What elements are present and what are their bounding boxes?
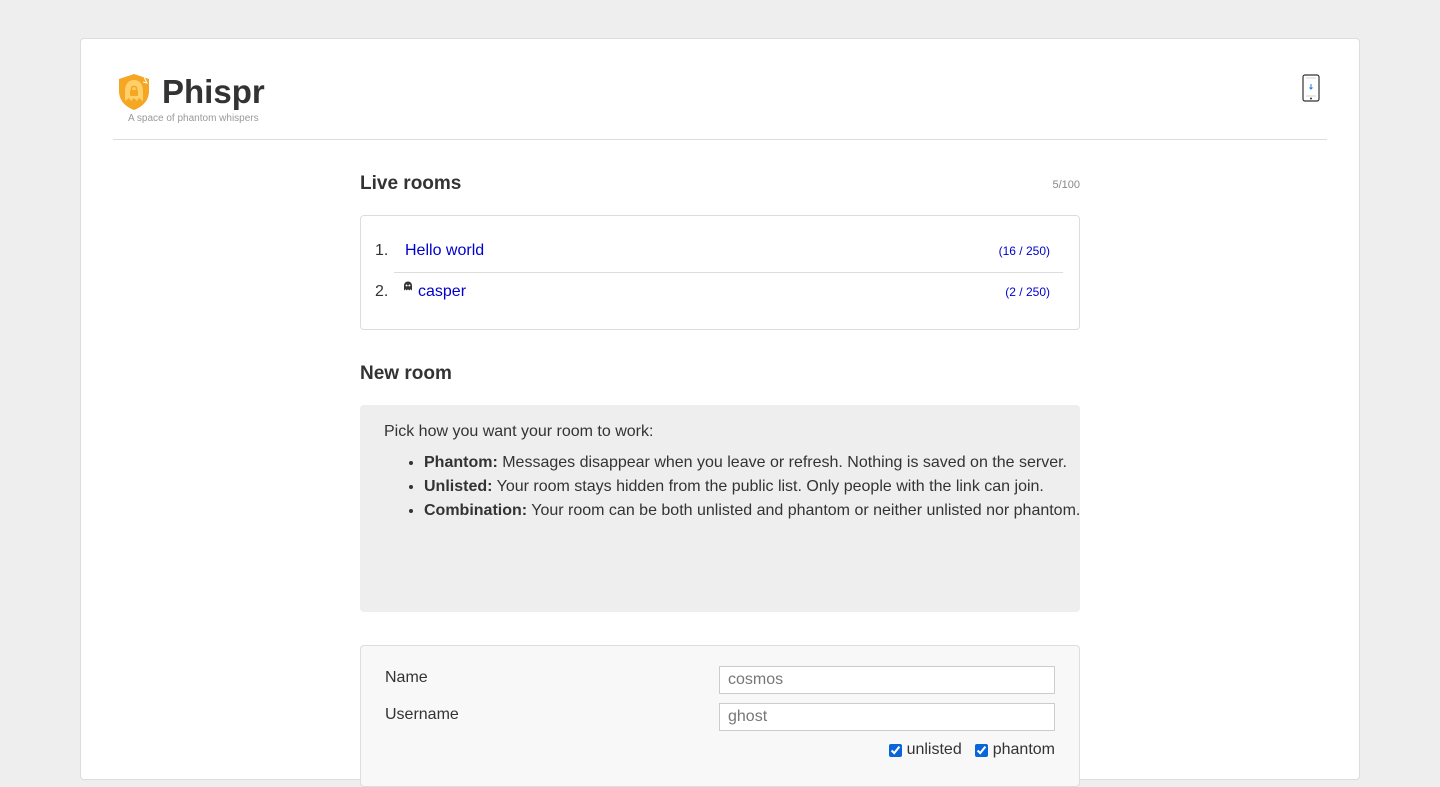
new-room-form: Name Username unlisted phantom xyxy=(360,645,1080,787)
option-desc: Your room stays hidden from the public l… xyxy=(492,478,1044,495)
live-rooms-count: 5/100 xyxy=(1052,179,1080,191)
new-room-title: New room xyxy=(360,363,452,384)
option-item-phantom: Phantom: Messages disappear when you lea… xyxy=(424,451,1100,475)
unlisted-label: unlisted xyxy=(906,741,962,758)
option-term: Combination: xyxy=(424,502,528,519)
unlisted-checkbox[interactable] xyxy=(888,743,902,757)
option-term: Phantom: xyxy=(424,454,498,471)
room-occupancy: (2 / 250) xyxy=(1005,285,1050,299)
name-input[interactable] xyxy=(719,666,1055,694)
room-item: 2. casper (2 / 250) xyxy=(375,273,1064,313)
app-name: Phispr xyxy=(162,73,265,110)
option-desc: Messages disappear when you leave or ref… xyxy=(497,454,1067,471)
room-item: 1. Hello world (16 / 250) xyxy=(375,232,1064,272)
username-label: Username xyxy=(385,706,459,723)
phantom-label: phantom xyxy=(992,741,1055,758)
phispr-logo-icon xyxy=(119,74,149,110)
room-options-checkboxes: unlisted phantom xyxy=(876,741,1055,759)
ghost-icon xyxy=(404,281,412,291)
live-rooms-title: Live rooms xyxy=(360,173,462,194)
room-options-info: Pick how you want your room to work: Pha… xyxy=(360,405,1080,612)
options-list: Phantom: Messages disappear when you lea… xyxy=(384,451,1100,523)
phantom-option[interactable]: phantom xyxy=(974,741,1055,759)
phantom-checkbox[interactable] xyxy=(974,743,988,757)
info-intro: Pick how you want your room to work: xyxy=(384,423,654,440)
page-header: Phispr A space of phantom whispers xyxy=(113,39,1327,140)
option-term: Unlisted: xyxy=(424,478,493,495)
room-occupancy: (16 / 250) xyxy=(998,244,1050,258)
option-item-combination: Combination: Your room can be both unlis… xyxy=(424,499,1100,523)
live-rooms-list: 1. Hello world (16 / 250) 2. casper (2 /… xyxy=(360,215,1080,330)
unlisted-option[interactable]: unlisted xyxy=(888,741,962,759)
name-label: Name xyxy=(385,669,428,686)
room-link[interactable]: casper xyxy=(418,283,466,301)
app-tagline: A space of phantom whispers xyxy=(128,113,259,124)
room-index: 1. xyxy=(375,242,389,259)
room-link[interactable]: Hello world xyxy=(405,242,484,260)
username-input[interactable] xyxy=(719,703,1055,731)
main-card: Phispr A space of phantom whispers Live … xyxy=(80,38,1360,787)
option-item-unlisted: Unlisted: Your room stays hidden from th… xyxy=(424,475,1100,499)
mobile-device-icon[interactable] xyxy=(1302,74,1320,102)
option-desc: Your room can be both unlisted and phant… xyxy=(527,502,1081,519)
room-index: 2. xyxy=(375,283,389,300)
